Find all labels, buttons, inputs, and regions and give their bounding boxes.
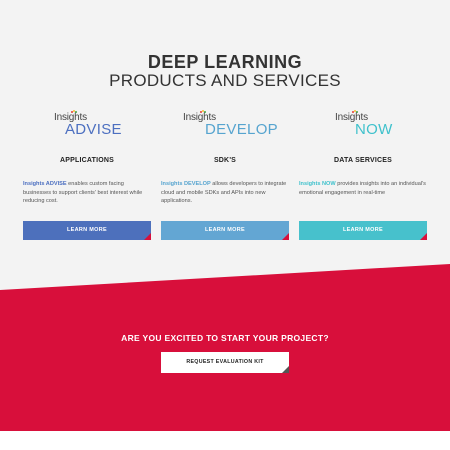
button-label: LEARN MORE <box>343 227 383 233</box>
product-brand: Insights ADVISE <box>23 181 67 187</box>
corner-triangle-icon <box>282 233 289 240</box>
insights-dots-icon <box>200 110 206 115</box>
product-brand: Insights NOW <box>299 181 336 187</box>
learn-more-button[interactable]: LEARN MORE <box>161 221 289 240</box>
cta-title: ARE YOU EXCITED TO START YOUR PROJECT? <box>121 333 329 343</box>
footer-strip <box>0 431 450 450</box>
insights-develop-logo: Insights DEVELOP <box>161 110 289 140</box>
insights-advise-logo: Insights ADVISE <box>23 110 151 140</box>
corner-triangle-icon <box>282 366 289 373</box>
request-evaluation-kit-button[interactable]: REQUEST EVALUATION KIT <box>161 352 289 373</box>
button-label: LEARN MORE <box>205 227 245 233</box>
product-title: APPLICATIONS <box>60 157 114 164</box>
product-description: Insights NOW provides insights into an i… <box>299 180 429 197</box>
insights-now-logo: Insights NOW <box>299 110 427 140</box>
corner-triangle-icon <box>420 233 427 240</box>
products-section <box>0 0 450 290</box>
logo-big-text: DEVELOP <box>205 121 278 138</box>
product-title: DATA SERVICES <box>334 157 392 164</box>
product-brand: Insights DEVELOP <box>161 181 211 187</box>
product-develop: Insights DEVELOP SDK'S Insights DEVELOP … <box>161 110 289 240</box>
page-subtitle: PRODUCTS AND SERVICES <box>109 71 341 90</box>
page-title: DEEP LEARNING <box>147 52 303 72</box>
logo-big-text: NOW <box>355 121 393 138</box>
product-now: Insights NOW DATA SERVICES Insights NOW … <box>299 110 427 240</box>
product-advise: Insights ADVISE APPLICATIONS Insights AD… <box>23 110 151 240</box>
logo-big-text: ADVISE <box>65 121 122 138</box>
learn-more-button[interactable]: LEARN MORE <box>23 221 151 240</box>
button-label: REQUEST EVALUATION KIT <box>186 359 264 365</box>
product-description: Insights ADVISE enables custom facing bu… <box>23 180 153 206</box>
insights-dots-icon <box>71 110 77 115</box>
learn-more-button[interactable]: LEARN MORE <box>299 221 427 240</box>
product-description: Insights DEVELOP allows developers to in… <box>161 180 291 206</box>
button-label: LEARN MORE <box>67 227 107 233</box>
product-title: SDK'S <box>213 157 237 164</box>
insights-dots-icon <box>352 110 358 115</box>
corner-triangle-icon <box>144 233 151 240</box>
